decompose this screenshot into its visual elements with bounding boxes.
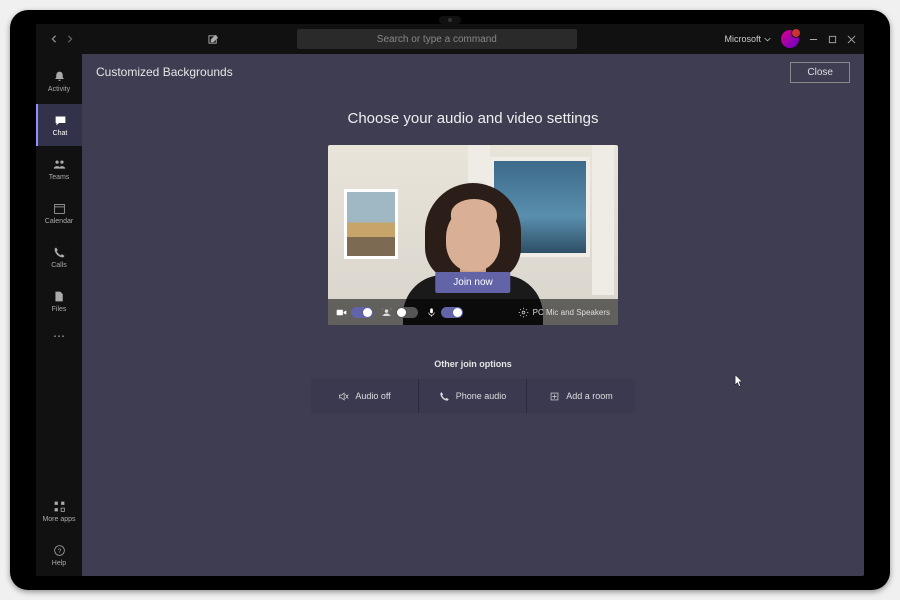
device-label: PC Mic and Speakers [533,308,610,317]
chevron-down-icon [764,36,771,43]
sidebar-item-label: Activity [48,86,70,93]
sidebar-item-calendar[interactable]: Calendar [36,192,82,234]
option-label: Audio off [355,391,390,401]
sidebar-more[interactable]: ⋯ [36,324,82,348]
option-label: Phone audio [456,391,507,401]
option-add-room[interactable]: Add a room [527,379,635,413]
preview-controls: PC Mic and Speakers [328,299,618,325]
help-icon: ? [52,544,66,558]
sidebar-item-label: Help [52,560,66,567]
files-icon [52,290,66,304]
tablet-frame: Search or type a command Microsoft [10,10,890,590]
user-avatar[interactable] [781,30,799,48]
sidebar-item-label: Calls [51,262,67,269]
minimize-icon[interactable] [809,35,818,44]
sidebar-item-activity[interactable]: Activity [36,60,82,102]
sidebar-item-help[interactable]: ? Help [36,534,82,576]
tenant-picker[interactable]: Microsoft [724,34,771,44]
nav-forward-icon[interactable] [66,35,74,43]
sidebar-item-calls[interactable]: Calls [36,236,82,278]
apps-icon [52,500,66,514]
close-button[interactable]: Close [790,62,850,83]
sidebar-item-teams[interactable]: Teams [36,148,82,190]
other-join-options: Audio off Phone audio Add a room [311,379,635,413]
phone-audio-icon [439,391,450,402]
join-now-button[interactable]: Join now [435,272,510,293]
app-sidebar: Activity Chat Teams Calendar Calls [36,54,82,576]
option-phone-audio[interactable]: Phone audio [419,379,527,413]
camera-icon [336,307,347,318]
sidebar-item-more-apps[interactable]: More apps [36,490,82,532]
calendar-icon [52,202,66,216]
chat-icon [53,114,67,128]
sidebar-item-files[interactable]: Files [36,280,82,322]
maximize-icon[interactable] [828,35,837,44]
room-icon [549,391,560,402]
camera-toggle[interactable] [336,307,373,318]
svg-text:?: ? [57,548,61,555]
compose-icon[interactable] [208,34,219,45]
teams-icon [52,158,66,172]
tenant-label: Microsoft [724,34,761,44]
ellipsis-icon: ⋯ [53,329,65,343]
device-settings[interactable]: PC Mic and Speakers [518,307,610,318]
sidebar-item-label: Files [52,306,67,313]
blur-icon [381,307,392,318]
page-title: Customized Backgrounds [96,65,233,79]
sidebar-item-chat[interactable]: Chat [36,104,82,146]
search-input[interactable]: Search or type a command [297,29,577,49]
search-placeholder: Search or type a command [377,34,497,45]
nav-back-icon[interactable] [50,35,58,43]
sidebar-item-label: More apps [42,516,75,523]
settings-heading: Choose your audio and video settings [347,110,598,127]
option-label: Add a room [566,391,613,401]
other-options-heading: Other join options [434,359,512,369]
phone-icon [52,246,66,260]
app-window: Search or type a command Microsoft [36,24,864,576]
sidebar-item-label: Calendar [45,218,73,225]
gear-icon [518,307,529,318]
bell-icon [52,70,66,84]
option-audio-off[interactable]: Audio off [311,379,419,413]
close-window-icon[interactable] [847,35,856,44]
prejoin-screen: Customized Backgrounds Close Choose your… [82,54,864,576]
sidebar-item-label: Teams [49,174,70,181]
title-bar: Search or type a command Microsoft [36,24,864,54]
background-blur-toggle[interactable] [381,307,418,318]
mic-toggle[interactable] [426,307,463,318]
mic-icon [426,307,437,318]
video-preview: Join now [328,145,618,325]
tablet-camera [439,16,461,24]
audio-off-icon [338,391,349,402]
sidebar-item-label: Chat [53,130,68,137]
